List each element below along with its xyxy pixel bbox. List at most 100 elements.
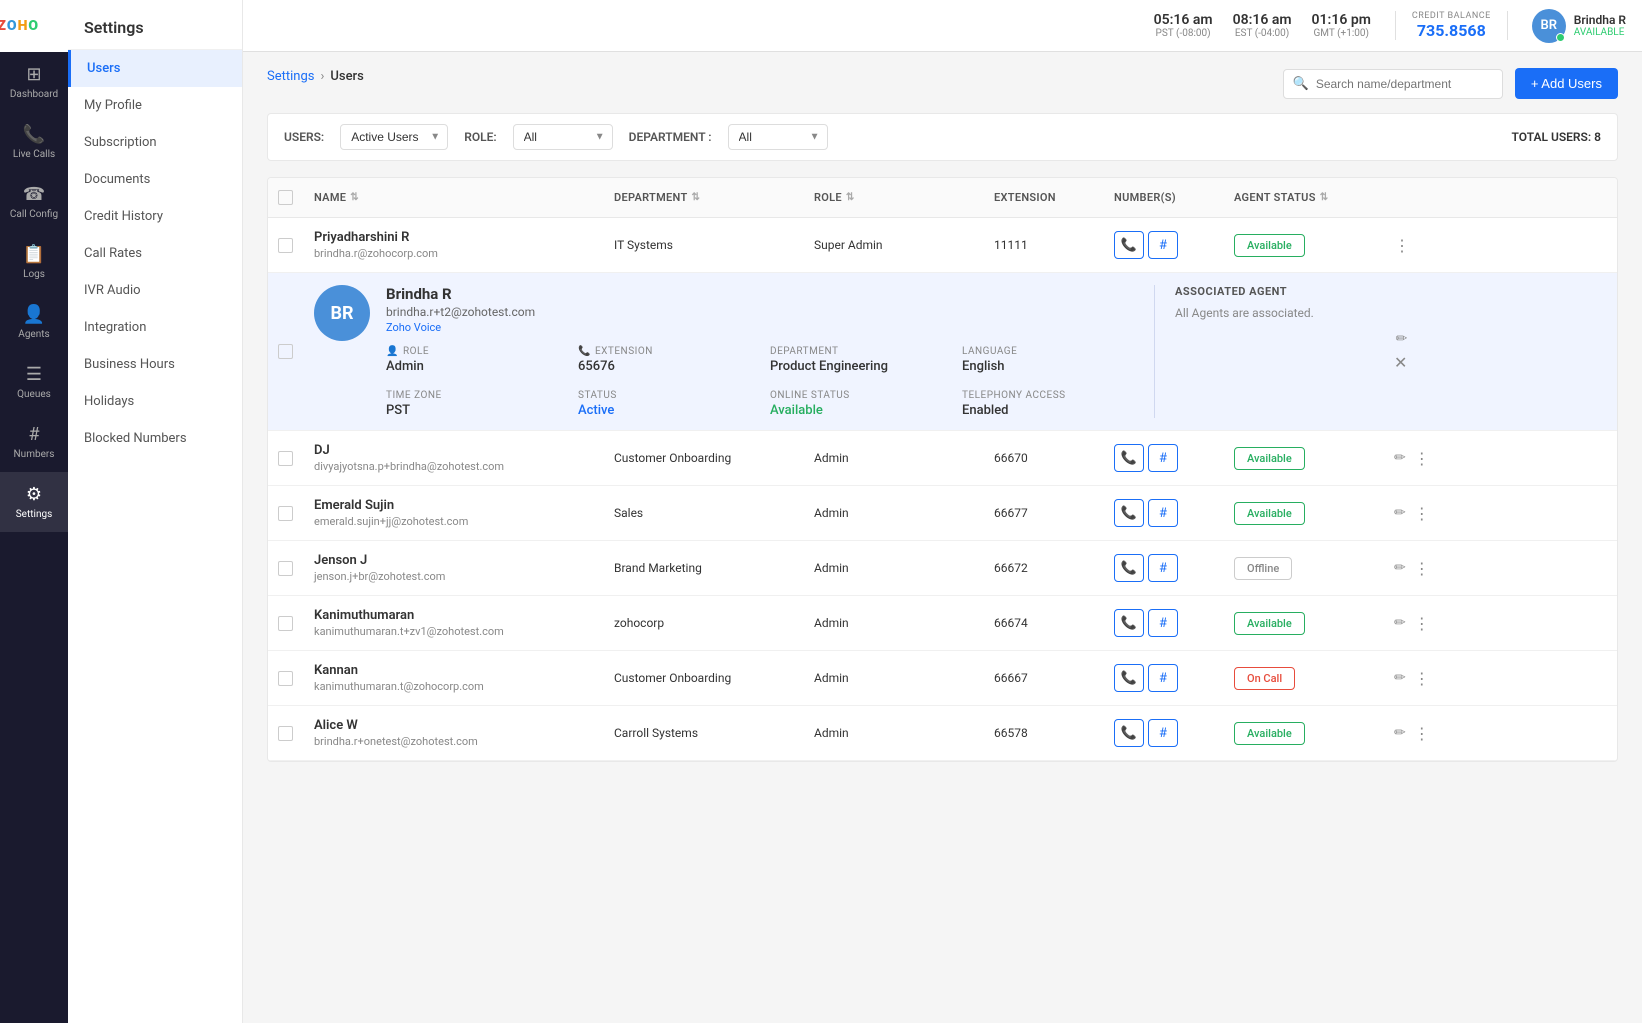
sidebar-item-queues[interactable]: ☰ Queues: [0, 352, 68, 412]
row-checkbox[interactable]: [278, 238, 293, 253]
sidebar-item-integration[interactable]: Integration: [68, 309, 242, 346]
sidebar-item-users[interactable]: Users: [68, 50, 242, 87]
more-options-button[interactable]: ⋮: [1414, 559, 1430, 578]
department-value: Product Engineering: [770, 359, 946, 374]
sidebar-item-label: Dashboard: [10, 89, 58, 100]
sidebar-item-ivr-audio[interactable]: IVR Audio: [68, 272, 242, 309]
hash-button[interactable]: #: [1148, 719, 1178, 747]
sidebar-item-my-profile[interactable]: My Profile: [68, 87, 242, 124]
credit-label: CREDIT BALANCE: [1412, 11, 1491, 21]
table-row[interactable]: DJ divyajyotsna.p+brindha@zohotest.com C…: [268, 431, 1617, 486]
sidebar-item-call-rates[interactable]: Call Rates: [68, 235, 242, 272]
sidebar-item-settings[interactable]: ⚙ Settings: [0, 472, 68, 532]
sidebar-item-blocked-numbers[interactable]: Blocked Numbers: [68, 420, 242, 457]
table-row[interactable]: Kannan kanimuthumaran.t@zohocorp.com Cus…: [268, 651, 1617, 706]
row-checkbox[interactable]: [278, 561, 293, 576]
row-checkbox[interactable]: [278, 671, 293, 686]
filters-bar: USERS: Active Users ▼ ROLE: All ▼ DEPART…: [267, 113, 1618, 161]
users-filter-select[interactable]: Active Users: [340, 124, 448, 150]
sidebar-item-live-calls[interactable]: 📞 Live Calls: [0, 112, 68, 172]
td-role: Admin: [804, 659, 984, 697]
sidebar-item-call-config[interactable]: ☎ Call Config: [0, 172, 68, 232]
user-name: Brindha R: [1574, 13, 1626, 27]
hash-button[interactable]: #: [1148, 554, 1178, 582]
table-row[interactable]: Alice W brindha.r+onetest@zohotest.com C…: [268, 706, 1617, 761]
edit-button[interactable]: ✏: [1394, 450, 1406, 466]
edit-button[interactable]: ✏: [1394, 670, 1406, 686]
expanded-field-timezone: TIME ZONE PST: [386, 390, 562, 418]
phone-button[interactable]: 📞: [1114, 609, 1144, 637]
add-users-button[interactable]: + Add Users: [1515, 68, 1618, 99]
sidebar-item-business-hours[interactable]: Business Hours: [68, 346, 242, 383]
td-extension: 66670: [984, 439, 1104, 477]
more-options-button[interactable]: ⋮: [1414, 449, 1430, 468]
row-checkbox[interactable]: [278, 506, 293, 521]
table-row[interactable]: Emerald Sujin emerald.sujin+jj@zohotest.…: [268, 486, 1617, 541]
phone-button[interactable]: 📞: [1114, 231, 1144, 259]
edit-button[interactable]: ✏: [1394, 560, 1406, 576]
more-options-button[interactable]: ⋮: [1414, 724, 1430, 743]
row-checkbox[interactable]: [278, 726, 293, 741]
sidebar-item-subscription[interactable]: Subscription: [68, 124, 242, 161]
td-name: Kanimuthumaran kanimuthumaran.t+zv1@zoho…: [304, 596, 604, 650]
breadcrumb-parent[interactable]: Settings: [267, 69, 314, 84]
th-checkbox: [268, 178, 304, 217]
more-options-button[interactable]: ⋮: [1394, 236, 1410, 255]
pst-time: 05:16 am: [1154, 12, 1213, 28]
row-checkbox[interactable]: [278, 451, 293, 466]
td-checkbox: [268, 332, 304, 371]
sort-icon: ⇅: [692, 192, 701, 203]
total-users-count: TOTAL USERS: 8: [1512, 130, 1601, 144]
close-button[interactable]: ✕: [1394, 353, 1407, 372]
row-checkbox[interactable]: [278, 344, 293, 359]
more-options-button[interactable]: ⋮: [1414, 504, 1430, 523]
user-email: divyajyotsna.p+brindha@zohotest.com: [314, 460, 504, 473]
sidebar-item-dashboard[interactable]: ⊞ Dashboard: [0, 52, 68, 112]
td-checkbox: [268, 714, 304, 753]
extension-value: 65676: [578, 359, 754, 374]
role-filter-select[interactable]: All: [513, 124, 613, 150]
expanded-avatar: BR: [314, 285, 370, 341]
edit-button[interactable]: ✏: [1394, 615, 1406, 631]
search-input[interactable]: [1283, 69, 1503, 99]
more-options-button[interactable]: ⋮: [1414, 614, 1430, 633]
hash-button[interactable]: #: [1148, 444, 1178, 472]
sidebar-item-logs[interactable]: 📋 Logs: [0, 232, 68, 292]
row-checkbox[interactable]: [278, 616, 293, 631]
phone-button[interactable]: 📞: [1114, 499, 1144, 527]
dashboard-icon: ⊞: [26, 64, 41, 85]
td-role: Admin: [804, 549, 984, 587]
sidebar-item-documents[interactable]: Documents: [68, 161, 242, 198]
sidebar-item-credit-history[interactable]: Credit History: [68, 198, 242, 235]
table-row[interactable]: Jenson J jenson.j+br@zohotest.com Brand …: [268, 541, 1617, 596]
table-row[interactable]: Kanimuthumaran kanimuthumaran.t+zv1@zoho…: [268, 596, 1617, 651]
td-name: Alice W brindha.r+onetest@zohotest.com: [304, 706, 604, 760]
sidebar-item-agents[interactable]: 👤 Agents: [0, 292, 68, 352]
phone-button[interactable]: 📞: [1114, 664, 1144, 692]
phone-button[interactable]: 📞: [1114, 719, 1144, 747]
header-checkbox[interactable]: [278, 190, 293, 205]
td-checkbox: [268, 604, 304, 643]
edit-button[interactable]: ✏: [1394, 505, 1406, 521]
phone-button[interactable]: 📞: [1114, 554, 1144, 582]
td-name: Jenson J jenson.j+br@zohotest.com: [304, 541, 604, 595]
department-filter-select[interactable]: All: [728, 124, 828, 150]
phone-button[interactable]: 📞: [1114, 444, 1144, 472]
more-options-button[interactable]: ⋮: [1414, 669, 1430, 688]
expanded-field-extension: 📞 EXTENSION 65676: [578, 346, 754, 374]
hash-button[interactable]: #: [1148, 609, 1178, 637]
sidebar-item-numbers[interactable]: # Numbers: [0, 412, 68, 472]
online-status-value: Available: [770, 403, 946, 418]
sidebar-item-holidays[interactable]: Holidays: [68, 383, 242, 420]
edit-button[interactable]: ✏: [1396, 331, 1408, 347]
users-filter-wrapper: Active Users ▼: [340, 124, 448, 150]
hash-button[interactable]: #: [1148, 499, 1178, 527]
hash-button[interactable]: #: [1148, 231, 1178, 259]
td-role: Admin: [804, 439, 984, 477]
table-row[interactable]: BR Brindha R brindha.r+t2@zohotest.com Z…: [268, 273, 1617, 431]
table-row[interactable]: Priyadharshini R brindha.r@zohocorp.com …: [268, 218, 1617, 273]
user-profile[interactable]: BR Brindha R AVAILABLE: [1532, 9, 1626, 43]
hash-button[interactable]: #: [1148, 664, 1178, 692]
edit-button[interactable]: ✏: [1394, 725, 1406, 741]
user-fullname: Emerald Sujin: [314, 498, 468, 513]
